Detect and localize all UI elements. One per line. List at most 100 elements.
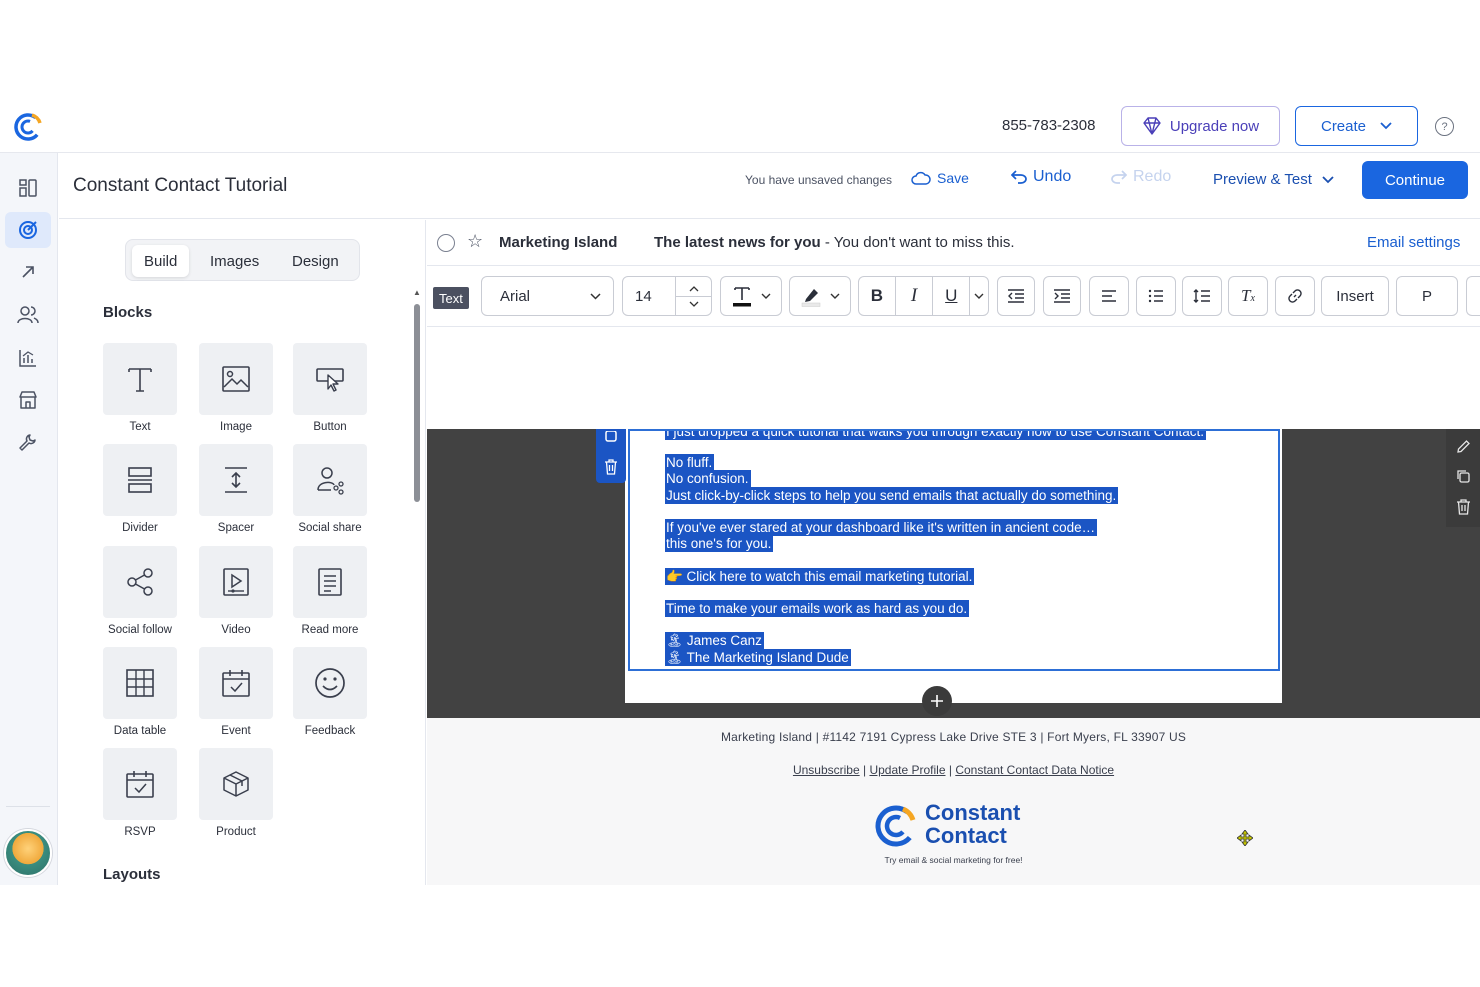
chevron-up-icon[interactable]: [689, 285, 699, 292]
paragraph-style-button[interactable]: P: [1396, 276, 1458, 316]
block-tools-left: [596, 429, 626, 483]
block-data-table[interactable]: Data table: [103, 647, 177, 739]
clear-format-button[interactable]: Tx: [1228, 276, 1268, 316]
subject-line[interactable]: The latest news for you - You don't want…: [654, 234, 1015, 251]
add-block-button[interactable]: [922, 686, 952, 716]
tutorial-link-line[interactable]: 👉 Click here to watch this email marketi…: [665, 568, 975, 585]
link-icon: [1288, 289, 1302, 303]
align-button[interactable]: [1089, 276, 1129, 316]
duplicate-icon[interactable]: [604, 431, 618, 443]
highlight-color-button[interactable]: [789, 276, 851, 316]
nav-store[interactable]: [5, 382, 51, 418]
text-color-button[interactable]: [720, 276, 782, 316]
help-icon[interactable]: ?: [1435, 117, 1454, 136]
rail-divider: [6, 806, 50, 807]
body-line: Just click-by-click steps to help you se…: [665, 487, 1119, 504]
upgrade-now-button[interactable]: Upgrade now: [1121, 106, 1280, 146]
bold-button[interactable]: B: [859, 277, 896, 315]
font-size-stepper[interactable]: [675, 277, 712, 315]
select-radio[interactable]: [437, 234, 455, 252]
tab-build[interactable]: Build: [132, 245, 190, 277]
indent-icon: [1054, 289, 1070, 303]
redo-icon: [1111, 170, 1127, 184]
campaign-target-icon: [19, 221, 37, 239]
panel-scrollbar[interactable]: [414, 304, 420, 502]
pencil-icon[interactable]: [1456, 439, 1471, 454]
data-table-icon: [126, 669, 154, 697]
list-button[interactable]: [1136, 276, 1176, 316]
block-social-follow[interactable]: Social follow: [103, 546, 177, 638]
update-profile-link[interactable]: Update Profile: [869, 763, 945, 777]
email-settings-link[interactable]: Email settings: [1367, 234, 1460, 251]
block-product[interactable]: Product: [199, 748, 273, 840]
nav-contacts[interactable]: [5, 297, 51, 333]
font-family-value: Arial: [500, 287, 531, 305]
nav-automation[interactable]: [5, 254, 51, 290]
nav-tools[interactable]: [5, 424, 51, 460]
italic-button[interactable]: I: [896, 277, 934, 315]
block-image[interactable]: Image: [199, 343, 273, 435]
block-button[interactable]: Button: [293, 343, 367, 435]
continue-button[interactable]: Continue: [1362, 161, 1468, 199]
nav-reporting[interactable]: [5, 340, 51, 376]
create-dropdown-button[interactable]: Create: [1295, 106, 1418, 146]
nav-dashboard[interactable]: [5, 170, 51, 206]
product-icon: [223, 771, 249, 797]
block-social-share[interactable]: Social share: [293, 444, 367, 536]
video-icon: [223, 568, 249, 596]
line-height-button[interactable]: [1182, 276, 1222, 316]
insert-button[interactable]: Insert: [1321, 276, 1389, 316]
trash-icon[interactable]: [604, 459, 618, 475]
tab-design[interactable]: Design: [280, 245, 351, 277]
constant-contact-logo-icon[interactable]: [12, 111, 44, 143]
font-size-input[interactable]: 14: [622, 276, 712, 316]
upgrade-now-label: Upgrade now: [1169, 117, 1260, 135]
block-event[interactable]: Event: [199, 647, 273, 739]
block-divider[interactable]: Divider: [103, 444, 177, 536]
tab-images[interactable]: Images: [198, 245, 271, 277]
block-read-more[interactable]: Read more: [293, 546, 367, 638]
selected-text-block[interactable]: I just dropped a quick tutorial that wal…: [628, 429, 1280, 671]
blocks-heading: Blocks: [103, 304, 153, 321]
save-label: Save: [937, 170, 969, 186]
font-size-value: 14: [635, 287, 652, 305]
more-styles-dropdown[interactable]: [970, 277, 988, 315]
block-text[interactable]: Text: [103, 343, 177, 435]
read-more-icon: [318, 568, 342, 596]
redo-button[interactable]: Redo: [1111, 168, 1171, 186]
signature-title: 🏝 The Marketing Island Dude: [665, 649, 851, 666]
rsvp-icon: [126, 771, 154, 798]
editor-title-bar: Constant Contact Tutorial You have unsav…: [59, 153, 1480, 219]
body-line: this one's for you.: [665, 535, 774, 552]
data-notice-link[interactable]: Constant Contact Data Notice: [955, 763, 1114, 777]
chevron-down-icon[interactable]: [689, 301, 699, 307]
block-video[interactable]: Video: [199, 546, 273, 638]
email-header-row: ☆ Marketing Island The latest news for y…: [427, 220, 1480, 266]
preview-test-button[interactable]: Preview & Test: [1213, 171, 1334, 188]
block-label: Product: [216, 826, 256, 838]
block-spacer[interactable]: Spacer: [199, 444, 273, 536]
trash-icon[interactable]: [1456, 499, 1471, 515]
sender-name: Marketing Island: [499, 234, 618, 251]
scroll-up-icon[interactable]: ▲: [413, 288, 421, 297]
account-avatar[interactable]: [4, 829, 52, 877]
copy-icon[interactable]: [1456, 469, 1471, 484]
nav-campaigns[interactable]: [5, 212, 51, 248]
unsubscribe-link[interactable]: Unsubscribe: [793, 763, 860, 777]
outdent-button[interactable]: [997, 276, 1035, 316]
align-left-icon: [1102, 290, 1116, 302]
more-toolbar-button[interactable]: [1466, 276, 1480, 316]
block-feedback[interactable]: Feedback: [293, 647, 367, 739]
wrench-icon: [19, 434, 36, 451]
undo-button[interactable]: Undo: [1011, 168, 1071, 186]
block-rsvp[interactable]: RSVP: [103, 748, 177, 840]
underline-button[interactable]: U: [933, 277, 971, 315]
constant-contact-footer-logo[interactable]: Constant Contact: [873, 801, 1033, 851]
indent-button[interactable]: [1043, 276, 1081, 316]
page-title[interactable]: Constant Contact Tutorial: [73, 175, 287, 197]
save-button[interactable]: Save: [911, 170, 969, 186]
star-icon[interactable]: ☆: [467, 231, 483, 252]
text-block-tag: Text: [433, 287, 469, 309]
font-family-select[interactable]: Arial: [481, 276, 614, 316]
link-button[interactable]: [1275, 276, 1315, 316]
